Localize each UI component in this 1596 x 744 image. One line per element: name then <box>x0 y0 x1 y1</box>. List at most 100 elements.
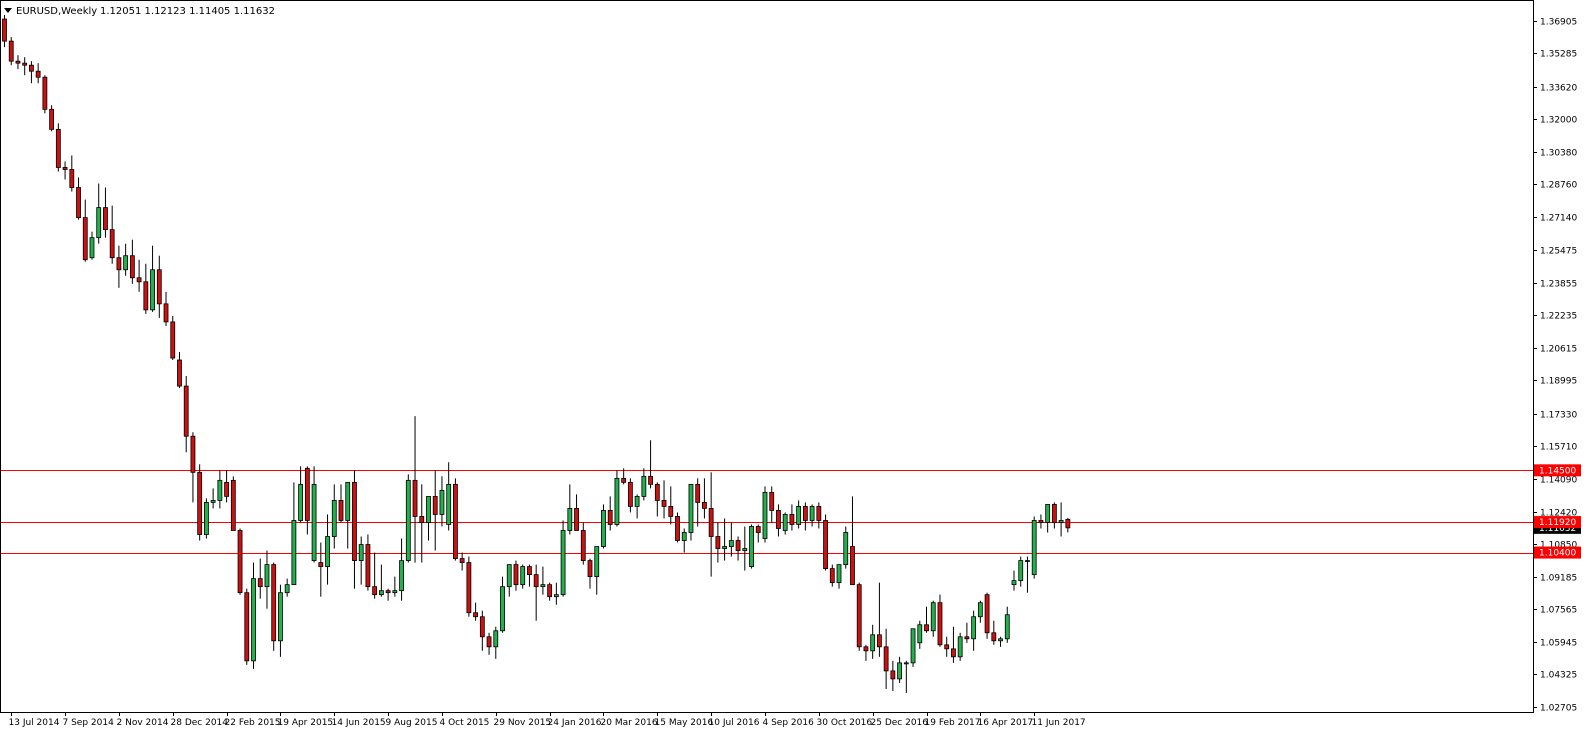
candle <box>170 315 176 361</box>
candle-body <box>769 491 775 511</box>
ohlc-readout: 1.12051 1.12123 1.11405 1.11632 <box>100 6 275 17</box>
level-tag-label: 1.14500 <box>1539 466 1576 476</box>
candle-body <box>991 632 997 642</box>
candle-body <box>587 560 593 578</box>
candle-body <box>42 76 48 110</box>
candle-body <box>951 648 956 658</box>
x-tick-label: 30 Oct 2016 <box>817 718 873 728</box>
candle-body <box>856 584 862 648</box>
candle-body <box>352 481 357 561</box>
y-tick-label: 1.18995 <box>1540 377 1577 387</box>
x-tick-label: 4 Oct 2015 <box>440 718 490 728</box>
candle <box>230 476 236 531</box>
candle-body <box>271 564 277 642</box>
candle-body <box>580 530 586 561</box>
candle-body <box>836 564 842 584</box>
candle-body <box>203 502 209 535</box>
candle-body <box>291 520 297 586</box>
y-tick-label: 1.33620 <box>1540 84 1577 94</box>
x-tick-label: 25 Dec 2016 <box>871 718 929 728</box>
x-tick-label: 4 Sep 2016 <box>763 718 815 728</box>
y-tick-label: 1.25475 <box>1540 247 1577 257</box>
candle-body <box>668 506 674 517</box>
candle-body <box>55 128 61 168</box>
candle <box>957 632 963 661</box>
candle <box>271 562 277 651</box>
y-tick-label: 1.27140 <box>1540 214 1577 224</box>
price-chart[interactable]: EURUSD,Weekly 1.12051 1.12123 1.11405 1.… <box>0 0 1596 744</box>
candle-body <box>479 616 485 638</box>
y-tick-label: 1.22235 <box>1540 312 1577 322</box>
candle-body <box>789 514 795 525</box>
y-tick-label: 1.17330 <box>1540 411 1577 421</box>
candle-body <box>311 483 317 561</box>
candle-body <box>614 477 620 525</box>
x-tick-label: 7 Sep 2014 <box>63 718 115 728</box>
y-tick-label: 1.28760 <box>1540 181 1577 191</box>
candle <box>197 464 203 541</box>
candle-body <box>453 483 458 559</box>
candle-body <box>136 277 142 283</box>
candle-body <box>749 526 754 567</box>
candle-body <box>224 481 229 497</box>
candle <box>405 474 411 563</box>
candle-body <box>426 495 431 523</box>
candle-body <box>937 602 943 646</box>
candle <box>910 628 916 667</box>
candle <box>614 470 620 527</box>
x-tick-label: 28 Dec 2014 <box>171 718 229 728</box>
candle-body <box>843 532 849 565</box>
candle-body <box>278 592 283 642</box>
candle-body <box>183 385 189 437</box>
candle-body <box>1004 614 1010 640</box>
candle-body <box>116 257 122 271</box>
candle-body <box>35 70 41 78</box>
candle-body <box>1031 520 1037 576</box>
x-tick-label: 24 Jan 2016 <box>548 718 602 728</box>
candle-body <box>829 568 835 584</box>
candle-body <box>870 634 876 652</box>
candle-body <box>883 646 889 672</box>
candle-body <box>877 634 882 648</box>
candle-body <box>399 560 404 592</box>
x-tick-label: 16 Apr 2017 <box>978 718 1034 728</box>
candle-body <box>82 217 88 261</box>
candle <box>453 478 458 561</box>
candle-body <box>197 471 203 535</box>
candle-body <box>500 586 505 632</box>
y-tick-label: 1.07565 <box>1540 606 1577 616</box>
y-tick-label: 1.02705 <box>1540 704 1577 714</box>
candle-body <box>506 564 512 588</box>
candle-body <box>150 269 155 311</box>
candle <box>984 592 990 639</box>
candle-body <box>439 489 445 515</box>
candle-body <box>76 187 81 219</box>
x-tick-label: 13 Jul 2014 <box>9 718 60 728</box>
candle <box>601 504 606 549</box>
candle-body <box>567 508 573 531</box>
x-tick-label: 22 Feb 2015 <box>225 718 281 728</box>
candle <box>8 37 14 66</box>
candle-body <box>776 510 781 529</box>
candle <box>42 75 48 114</box>
y-tick-label: 1.32000 <box>1540 116 1577 126</box>
candle-body <box>358 544 364 561</box>
candle-body <box>1025 560 1030 562</box>
candle <box>856 582 862 651</box>
candle-body <box>553 594 559 598</box>
candle-body <box>15 60 21 64</box>
candle-body <box>22 62 28 66</box>
candle <box>762 486 768 543</box>
candle-body <box>251 578 256 662</box>
candle-body <box>998 638 1003 642</box>
y-tick-label: 1.09185 <box>1540 574 1577 584</box>
candle-body <box>816 506 822 521</box>
candle-body <box>930 602 936 632</box>
x-tick-label: 2 Nov 2014 <box>117 718 169 728</box>
candle-body <box>1018 560 1024 582</box>
candle-body <box>977 602 983 618</box>
x-tick-label: 14 Jun 2015 <box>332 718 386 728</box>
candle-body <box>654 483 660 501</box>
candle-body <box>695 483 701 503</box>
candle-body <box>641 475 647 497</box>
